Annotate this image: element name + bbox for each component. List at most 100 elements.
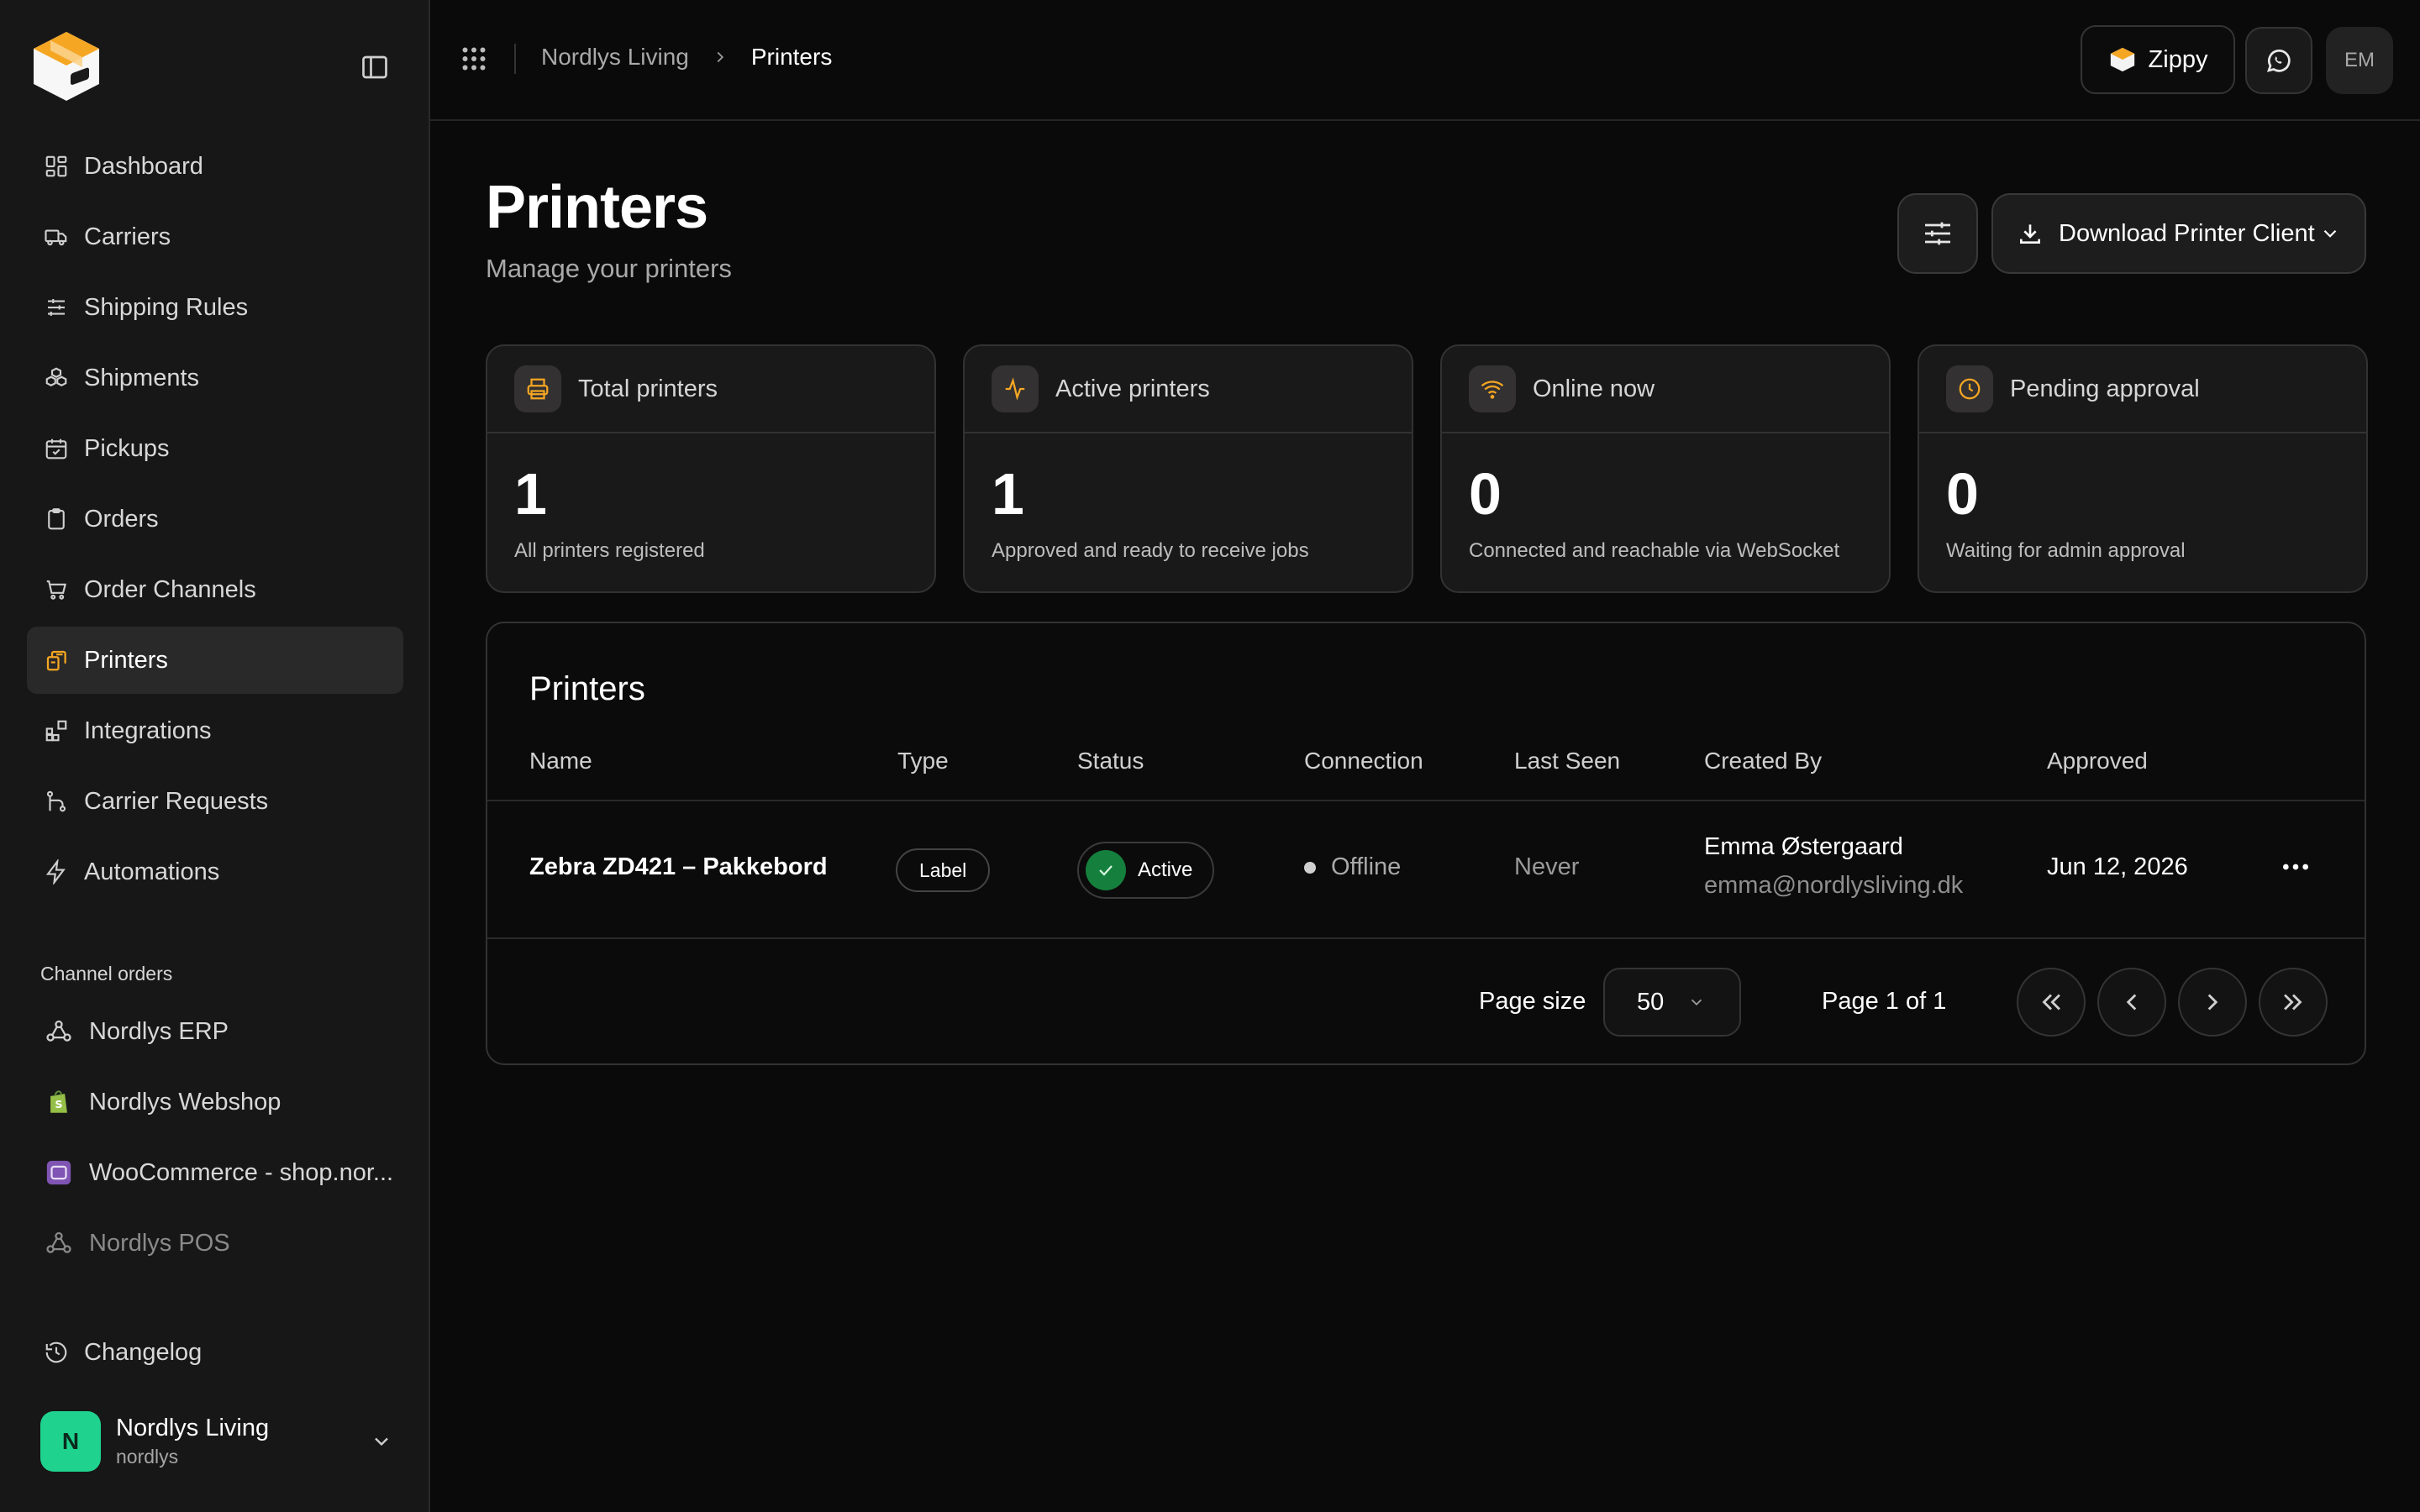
boxes-icon <box>42 364 71 392</box>
sidebar-item-integrations[interactable]: Integrations <box>27 697 403 764</box>
sidebar-nav: Dashboard Carriers Shipping Rules Shipme… <box>27 133 403 909</box>
apps-grid-icon[interactable] <box>459 44 489 74</box>
chat-button[interactable] <box>2245 27 2312 94</box>
sliders-horizontal-icon <box>1925 222 1950 245</box>
chevron-right-icon <box>717 51 723 63</box>
chevron-left-icon <box>2126 994 2137 1011</box>
changelog-section: Changelog <box>27 1319 403 1389</box>
channel-item-nordlys-webshop[interactable]: S Nordlys Webshop <box>27 1068 403 1136</box>
zippy-button[interactable]: Zippy <box>2081 25 2235 94</box>
stat-card-header: Total printers <box>487 346 934 433</box>
stat-value: 1 <box>992 461 1024 527</box>
sidebar-item-order-channels[interactable]: Order Channels <box>27 556 403 623</box>
download-icon <box>2020 224 2040 244</box>
sidebar-item-carriers[interactable]: Carriers <box>27 203 403 270</box>
sidebar-toggle-icon[interactable] <box>360 52 390 82</box>
download-printer-client-button[interactable]: Download Printer Client <box>1991 193 2366 274</box>
cart-icon <box>42 575 71 604</box>
printer-name[interactable]: Zebra ZD421 – Pakkebord <box>529 853 828 881</box>
stat-card-header: Online now <box>1442 346 1889 433</box>
page-size-label: Page size <box>1479 988 1586 1015</box>
sidebar-item-carrier-requests[interactable]: Carrier Requests <box>27 768 403 835</box>
sidebar-item-label: Printers <box>84 646 168 674</box>
chevron-down-icon <box>1691 999 1702 1006</box>
connection-label: Offline <box>1331 853 1402 880</box>
connection-status: Offline <box>1304 853 1401 881</box>
sidebar-item-label: Changelog <box>84 1338 203 1366</box>
column-header-connection[interactable]: Connection <box>1304 748 1423 774</box>
column-header-last-seen[interactable]: Last Seen <box>1514 748 1620 774</box>
channel-label: Nordlys POS <box>89 1229 230 1257</box>
stat-description: All printers registered <box>514 539 705 562</box>
download-label: Download Printer Client <box>2059 219 2315 247</box>
git-branch-icon <box>42 787 71 816</box>
column-header-created-by[interactable]: Created By <box>1704 748 1822 774</box>
sidebar-item-label: Shipments <box>84 364 200 391</box>
user-avatar-button[interactable]: EM <box>2326 27 2393 94</box>
stat-card-header: Active printers <box>965 346 1412 433</box>
divider <box>487 800 2365 801</box>
table-title: Printers <box>529 670 645 707</box>
column-header-approved[interactable]: Approved <box>2047 748 2148 774</box>
page-size-value: 50 <box>1637 988 1665 1016</box>
status-dot-icon <box>1304 861 1316 874</box>
filter-settings-button[interactable] <box>1897 193 1978 274</box>
column-header-status[interactable]: Status <box>1077 748 1144 774</box>
webhook-icon <box>42 1015 76 1048</box>
created-by-email: emma@nordlysliving.dk <box>1704 872 1964 899</box>
status-badge: Active <box>1077 842 1215 899</box>
bolt-icon <box>42 858 71 886</box>
webhook-icon <box>42 1226 76 1260</box>
more-actions-icon[interactable] <box>2279 850 2312 884</box>
sidebar-item-label: Carriers <box>84 223 171 250</box>
stat-card-header: Pending approval <box>1919 346 2366 433</box>
page-size-select[interactable]: 50 <box>1603 968 1741 1037</box>
sidebar-item-shipments[interactable]: Shipments <box>27 344 403 412</box>
account-text: Nordlys Living nordlys <box>116 1415 370 1468</box>
sidebar-item-orders[interactable]: Orders <box>27 486 403 553</box>
sidebar-item-changelog[interactable]: Changelog <box>27 1319 403 1386</box>
account-switcher[interactable]: N Nordlys Living nordlys <box>40 1410 393 1473</box>
approved-date: Jun 12, 2026 <box>2047 853 2188 880</box>
wifi-icon <box>1469 365 1516 412</box>
printer-icon <box>514 365 561 412</box>
next-page-button[interactable] <box>2178 968 2247 1037</box>
channel-orders-heading: Channel orders <box>40 963 173 984</box>
previous-page-button[interactable] <box>2097 968 2166 1037</box>
sidebar-item-label: Pickups <box>84 434 170 462</box>
column-header-type[interactable]: Type <box>897 748 949 774</box>
last-page-button[interactable] <box>2259 968 2328 1037</box>
sidebar-item-label: Orders <box>84 505 159 533</box>
sidebar-item-shipping-rules[interactable]: Shipping Rules <box>27 274 403 341</box>
printers-table-card: Printers Name Type Status Connection Las… <box>486 622 2366 1065</box>
channel-label: Nordlys Webshop <box>89 1088 281 1116</box>
sidebar-item-pickups[interactable]: Pickups <box>27 415 403 482</box>
sidebar-item-label: Shipping Rules <box>84 293 249 321</box>
divider <box>514 44 516 74</box>
zippy-label: Zippy <box>2148 45 2208 73</box>
column-header-name[interactable]: Name <box>529 748 592 774</box>
channel-item-nordlys-erp[interactable]: Nordlys ERP <box>27 998 403 1065</box>
first-page-button[interactable] <box>2017 968 2086 1037</box>
channel-label: Nordlys ERP <box>89 1017 229 1045</box>
sidebar-item-automations[interactable]: Automations <box>27 838 403 906</box>
sidebar-item-dashboard[interactable]: Dashboard <box>27 133 403 200</box>
app-logo[interactable] <box>29 29 104 104</box>
clock-icon <box>1946 365 1993 412</box>
stat-value: 1 <box>514 461 547 527</box>
channel-item-woocommerce[interactable]: WooCommerce - shop.nor... <box>27 1139 403 1206</box>
sliders-icon <box>42 293 71 322</box>
sidebar: Dashboard Carriers Shipping Rules Shipme… <box>0 0 430 1512</box>
dashboard-icon <box>42 152 71 181</box>
stat-card-total-printers: Total printers 1 All printers registered <box>486 344 936 593</box>
account-handle: nordlys <box>116 1446 179 1467</box>
breadcrumb-parent-link[interactable]: Nordlys Living <box>541 44 689 71</box>
channel-item-nordlys-pos[interactable]: Nordlys POS <box>27 1210 403 1277</box>
shopify-icon: S <box>42 1085 76 1119</box>
chevron-down-icon <box>375 1437 388 1446</box>
breadcrumb: Nordlys Living Printers <box>541 44 832 71</box>
channel-list: Nordlys ERP S Nordlys Webshop WooCommerc… <box>27 998 403 1280</box>
sidebar-item-printers[interactable]: Printers <box>27 627 403 694</box>
channel-label: WooCommerce - shop.nor... <box>89 1158 394 1186</box>
sidebar-item-label: Carrier Requests <box>84 787 269 815</box>
